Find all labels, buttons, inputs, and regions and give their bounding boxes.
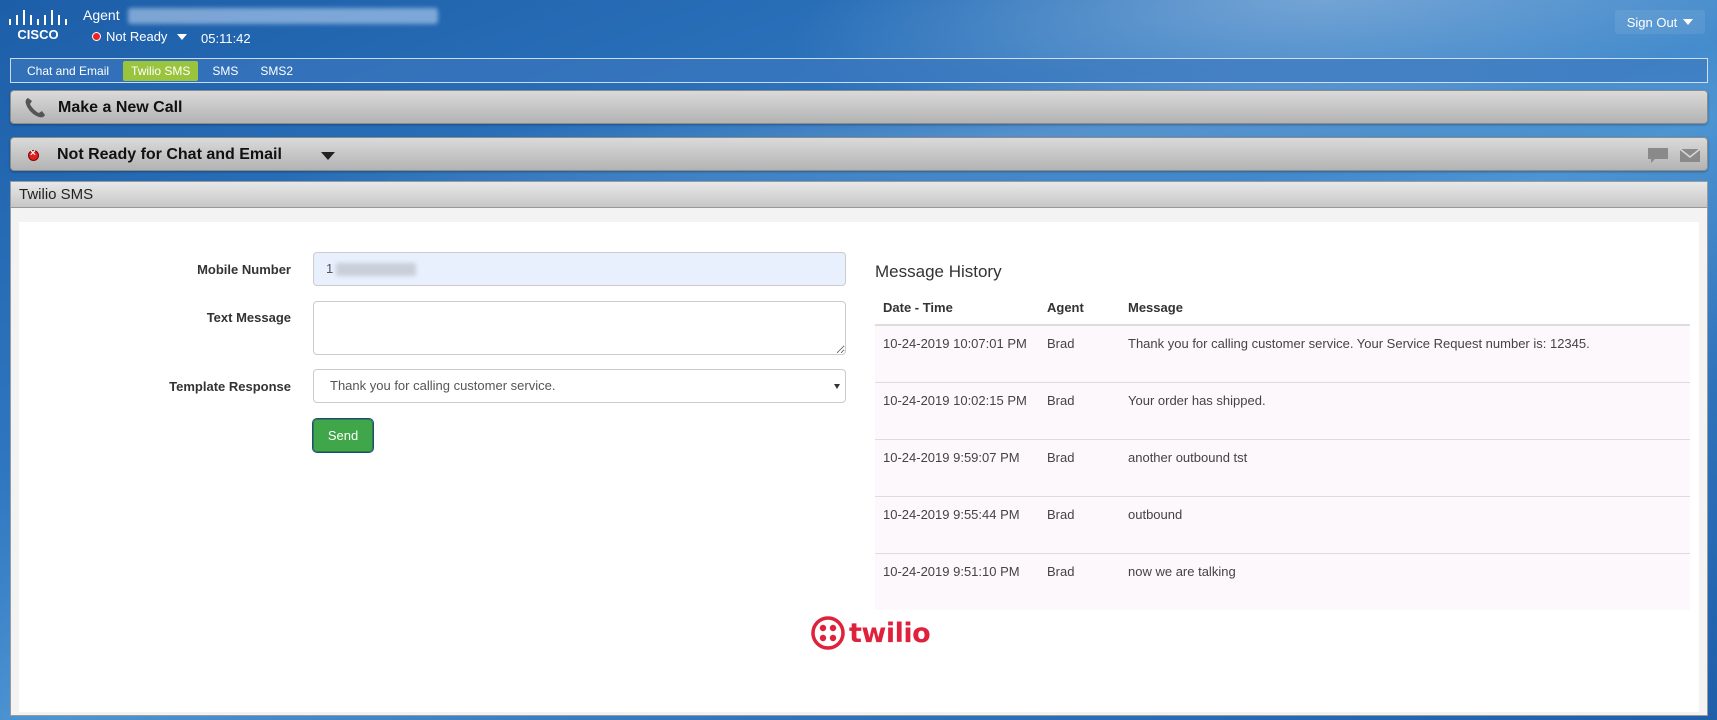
twilio-sms-panel: Twilio SMS Mobile Number 1 Text Message … [10,181,1708,716]
chevron-down-icon [1683,19,1694,25]
message-text: another outbound tst [1120,438,1690,496]
sign-out-label: Sign Out [1626,14,1678,30]
twilio-logo-icon [811,616,845,650]
template-response-value: Thank you for calling customer service. [330,378,556,393]
table-row: 10-24-2019 9:51:10 PM Brad now we are ta… [875,552,1690,610]
mobile-number-input[interactable]: 1 [313,252,846,286]
agent-label: Agent [83,7,120,23]
state-timer: 05:11:42 [201,31,251,46]
message-agent: Brad [1039,495,1120,553]
email-icon[interactable] [1679,148,1701,163]
column-header: Date - Time [875,292,1039,326]
cisco-logo: CISCO [9,10,67,42]
table-row: 10-24-2019 9:59:07 PM Brad another outbo… [875,438,1690,496]
message-text: outbound [1120,495,1690,553]
message-date: 10-24-2019 10:07:01 PM [875,324,1039,382]
message-text: Thank you for calling customer service. … [1120,324,1690,382]
message-agent: Brad [1039,324,1120,382]
panel-body: Mobile Number 1 Text Message Template Re… [19,222,1699,712]
message-history-title: Message History [875,262,1002,281]
mobile-number-redacted [336,263,416,276]
twilio-logo-text: twilio [849,617,931,649]
column-header: Message [1120,292,1690,326]
mobile-number-value: 1 [326,261,334,276]
message-date: 10-24-2019 9:59:07 PM [875,438,1039,496]
message-date: 10-24-2019 9:55:44 PM [875,495,1039,553]
sign-out-button[interactable]: Sign Out [1615,10,1705,34]
template-response-label: Template Response [169,379,291,394]
twilio-logo: twilio [811,616,931,650]
tab-sms2[interactable]: SMS2 [252,61,301,81]
agent-name-redacted [128,8,438,24]
message-text: Your order has shipped. [1120,381,1690,439]
mobile-number-label: Mobile Number [197,262,291,277]
not-ready-icon [92,32,101,41]
message-history-table: Date - Time Agent Message 10-24-2019 10:… [875,292,1690,610]
chevron-down-icon [834,384,840,389]
agent-state-dropdown[interactable]: Not Ready [92,29,188,44]
message-agent: Brad [1039,552,1120,610]
message-agent: Brad [1039,381,1120,439]
tab-twilio-sms[interactable]: Twilio SMS [123,60,199,81]
chevron-down-icon [177,33,188,40]
text-message-label: Text Message [206,310,291,325]
make-new-call-title: Make a New Call [58,99,183,116]
message-agent: Brad [1039,438,1120,496]
template-response-select[interactable]: Thank you for calling customer service. [313,369,846,403]
column-header: Agent [1039,292,1120,326]
header: CISCO Agent Not Ready 05:11:42 Sign Out [0,0,1717,56]
table-row: 10-24-2019 9:55:44 PM Brad outbound [875,495,1690,553]
logo-text: CISCO [17,27,58,42]
tab-chat-and-email[interactable]: Chat and Email [19,61,117,81]
message-date: 10-24-2019 9:51:10 PM [875,552,1039,610]
make-new-call-bar[interactable]: Make a New Call [10,90,1708,124]
table-row: 10-24-2019 10:07:01 PM Brad Thank you fo… [875,324,1690,382]
message-text: now we are talking [1120,552,1690,610]
chevron-down-icon[interactable] [321,152,335,160]
message-date: 10-24-2019 10:02:15 PM [875,381,1039,439]
table-row: 10-24-2019 10:02:15 PM Brad Your order h… [875,381,1690,439]
tab-bar: Chat and Email Twilio SMS SMS SMS2 [10,58,1708,83]
chat-email-status-label[interactable]: Not Ready for Chat and Email [57,146,282,164]
chat-email-status-bar: Not Ready for Chat and Email [10,137,1708,171]
not-ready-icon [28,148,39,161]
tab-sms[interactable]: SMS [204,61,246,81]
panel-title: Twilio SMS [11,182,1707,208]
text-message-input[interactable] [313,301,846,355]
send-button[interactable]: Send [312,418,374,453]
agent-state-label: Not Ready [106,29,168,44]
chat-icon[interactable] [1647,147,1669,164]
phone-icon [25,98,45,118]
